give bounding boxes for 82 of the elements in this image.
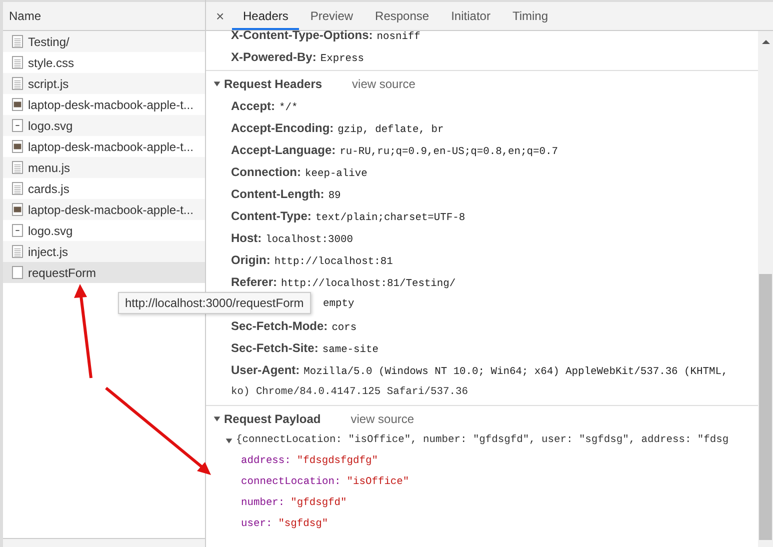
payload-value: "sgfdsg" (278, 517, 328, 532)
payload-key: user: (241, 514, 272, 535)
header-value: same-site (322, 343, 378, 358)
scrollbar[interactable] (758, 31, 773, 547)
request-list-item[interactable]: menu.js (3, 157, 205, 178)
view-source-link[interactable]: view source (352, 77, 416, 91)
header-name: Accept-Language: (231, 142, 336, 159)
section-title[interactable]: Request Payload (224, 412, 321, 426)
request-list-item[interactable]: inject.js (3, 241, 205, 262)
payload-value: "gfdsgfd" (290, 496, 347, 511)
header-value: localhost:3000 (266, 233, 353, 248)
expand-triangle-icon[interactable] (225, 436, 233, 444)
header-name: Accept-Encoding: (231, 120, 334, 137)
file-icon (12, 35, 23, 48)
header-value: 89 (328, 189, 341, 204)
header-name: Sec-Fetch-Mode: (231, 318, 328, 335)
tooltip: http://localhost:3000/requestForm (118, 292, 311, 314)
header-value: ko) Chrome/84.0.4147.125 Safari/537.36 (230, 385, 469, 400)
payload-value: "fdsgdsfgdfg" (296, 454, 378, 469)
image-file-icon (12, 98, 23, 111)
request-list-item[interactable]: laptop-desk-macbook-apple-t... (3, 136, 205, 157)
header-value: Mozilla/5.0 (Windows NT 10.0; Win64; x64) AppleWebKit/537.36 (KHTML, (304, 365, 728, 380)
request-list-item[interactable]: cards.js (3, 178, 205, 199)
header-name: X-Content-Type-Options: (231, 27, 373, 44)
file-icon (12, 56, 23, 69)
scrollbar-thumb[interactable] (759, 274, 772, 540)
header-name: Connection: (231, 164, 301, 181)
header-name: Origin: (231, 252, 270, 269)
request-list-item[interactable]: logo.svg (3, 220, 205, 241)
header-name: X-Powered-By: (231, 49, 316, 66)
scroll-up-icon[interactable] (760, 39, 770, 45)
payload-key: address: (241, 451, 291, 472)
view-source-link[interactable]: view source (350, 412, 414, 426)
header-value: */* (279, 101, 298, 116)
file-icon (12, 182, 23, 195)
header-value: gzip, deflate, br (338, 123, 444, 138)
image-file-icon (12, 140, 23, 153)
header-value: Express (320, 52, 364, 67)
tab[interactable]: Response (364, 2, 440, 30)
header-name: Accept: (231, 98, 276, 115)
request-list-item[interactable]: script.js (3, 73, 205, 94)
payload-value: "isOffice" (346, 475, 410, 490)
header-value: http://localhost:81/Testing/ (281, 277, 456, 292)
header-value: keep-alive (305, 167, 368, 182)
header-value: nosniff (376, 30, 420, 45)
header-value: empty (323, 297, 354, 312)
header-value: cors (332, 321, 357, 336)
request-list-item[interactable]: laptop-desk-macbook-apple-t... (3, 94, 205, 115)
collapse-triangle-icon[interactable] (213, 415, 221, 423)
section-title[interactable]: Request Headers (224, 77, 322, 91)
header-value: ru-RU,ru;q=0.9,en-US;q=0.8,en;q=0.7 (340, 145, 558, 160)
request-list-item[interactable]: style.css (3, 52, 205, 73)
payload-key: number: (241, 493, 285, 514)
file-icon (12, 119, 23, 132)
close-button[interactable]: × (216, 2, 232, 30)
header-name: Host: (231, 230, 262, 247)
header-name: Sec-Fetch-Site: (231, 340, 318, 357)
file-icon (12, 224, 23, 237)
tab[interactable]: Preview (299, 2, 364, 30)
header-value: http://localhost:81 (274, 255, 393, 270)
header-name: Content-Type: (231, 208, 312, 225)
file-icon (12, 266, 23, 279)
horizontal-scrollbar[interactable] (3, 538, 205, 547)
payload-key: connectLocation: (241, 472, 341, 493)
request-list-item[interactable]: logo.svg (3, 115, 205, 136)
file-icon (12, 161, 23, 174)
name-column-header[interactable]: Name (3, 0, 205, 31)
header-value: text/plain;charset=UTF-8 (315, 211, 466, 226)
file-icon (12, 245, 23, 258)
image-file-icon (12, 203, 23, 216)
header-name: Content-Length: (231, 186, 324, 203)
tab[interactable]: Initiator (440, 2, 502, 30)
file-icon (12, 77, 23, 90)
header-name: Referer: (231, 274, 278, 291)
header-name: User-Agent: (231, 362, 300, 379)
tab[interactable]: Timing (501, 2, 560, 30)
collapse-triangle-icon[interactable] (213, 80, 221, 88)
tab[interactable]: Headers (232, 2, 300, 30)
request-list-item[interactable]: laptop-desk-macbook-apple-t... (3, 199, 205, 220)
request-list-item[interactable]: Testing/ (3, 31, 205, 52)
payload-summary: {connectLocation: "isOffice", number: "gfdsgfd", user: "sgfdsg", address: "fdsg (236, 433, 729, 448)
request-list-item[interactable]: requestForm (3, 262, 205, 283)
